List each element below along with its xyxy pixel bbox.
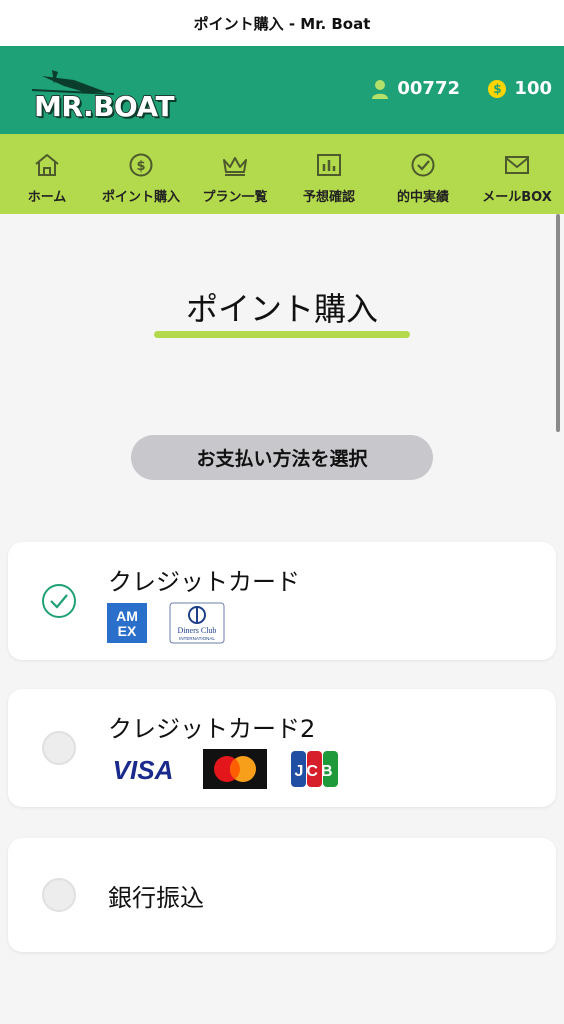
diners-line2: INTERNATIONAL [179, 636, 215, 641]
amex-line1: AM [116, 608, 138, 624]
nav-item-plan-list[interactable]: プラン一覧 [188, 134, 282, 214]
mr-boat-logo[interactable]: MR.BOAT [14, 62, 214, 124]
bar-chart-icon [317, 154, 341, 176]
visa-logo-icon: VISA [113, 755, 174, 785]
nav-item-home[interactable]: ホーム [0, 134, 94, 214]
jcb-logo-icon: JCB [291, 751, 338, 787]
radio-unselected[interactable] [42, 731, 76, 765]
diners-line1: Diners Club [178, 626, 217, 635]
check-circle-icon [411, 153, 435, 177]
amex-line2: EX [118, 623, 137, 639]
payment-option-label: クレジットカード [108, 568, 300, 596]
window-title: ポイント購入 - Mr. Boat [0, 0, 564, 46]
card-brand-logos: VISA JCB [107, 749, 339, 789]
amex-logo-icon: AM EX [107, 603, 147, 643]
nav-label-home: ホーム [27, 190, 67, 205]
svg-text:$: $ [136, 159, 145, 174]
nav-label-plan-list: プラン一覧 [202, 190, 268, 205]
user-id-display[interactable]: 00772 [371, 78, 460, 99]
check-icon [50, 594, 68, 609]
card-brand-logos: AM EX Diners Club INTERNATIONAL [107, 602, 225, 644]
coin-icon: $ [488, 79, 507, 98]
radio-selected[interactable] [42, 584, 76, 618]
dollar-coin-icon: $ [129, 153, 153, 177]
nav-label-results: 的中実績 [396, 190, 449, 205]
points-display[interactable]: $ 100 [488, 78, 552, 99]
nav-item-results[interactable]: 的中実績 [376, 134, 470, 214]
app-header: MR.BOAT 00772 $ 100 [0, 46, 564, 134]
mail-icon [505, 156, 529, 174]
payment-option-credit-card-2[interactable]: クレジットカード2 VISA JCB [8, 689, 556, 807]
payment-method-heading: お支払い方法を選択 [131, 435, 433, 480]
crown-icon [223, 157, 247, 176]
payment-option-label: 銀行振込 [108, 884, 204, 912]
nav-item-prediction[interactable]: 予想確認 [282, 134, 376, 214]
page-title: ポイント購入 [185, 290, 378, 328]
home-icon [35, 154, 59, 176]
diners-club-logo-icon: Diners Club INTERNATIONAL [169, 602, 225, 644]
payment-option-label: クレジットカード2 [108, 715, 316, 743]
nav-item-point-purchase[interactable]: $ ポイント購入 [94, 134, 188, 214]
mastercard-logo-icon [203, 749, 267, 789]
nav-item-mailbox[interactable]: メールBOX [470, 134, 564, 214]
main-nav: ホーム $ ポイント購入 プラン一覧 予想確認 的中実績 メールBOX [0, 134, 564, 214]
nav-label-prediction: 予想確認 [302, 190, 355, 205]
points-value: 100 [514, 78, 552, 99]
user-id: 00772 [397, 78, 460, 99]
payment-option-bank-transfer[interactable]: 銀行振込 [8, 838, 556, 952]
title-underline [154, 331, 410, 338]
payment-option-credit-card[interactable]: クレジットカード AM EX Diners Club INTERNATIONAL [8, 542, 556, 660]
nav-label-mailbox: メールBOX [482, 190, 552, 205]
user-icon [372, 79, 389, 99]
logo-text: MR.BOAT [33, 89, 175, 124]
jcb-text: JCB [294, 763, 335, 780]
visa-text: VISA [113, 755, 174, 785]
nav-label-point-purchase: ポイント購入 [101, 190, 180, 205]
radio-unselected[interactable] [42, 878, 76, 912]
